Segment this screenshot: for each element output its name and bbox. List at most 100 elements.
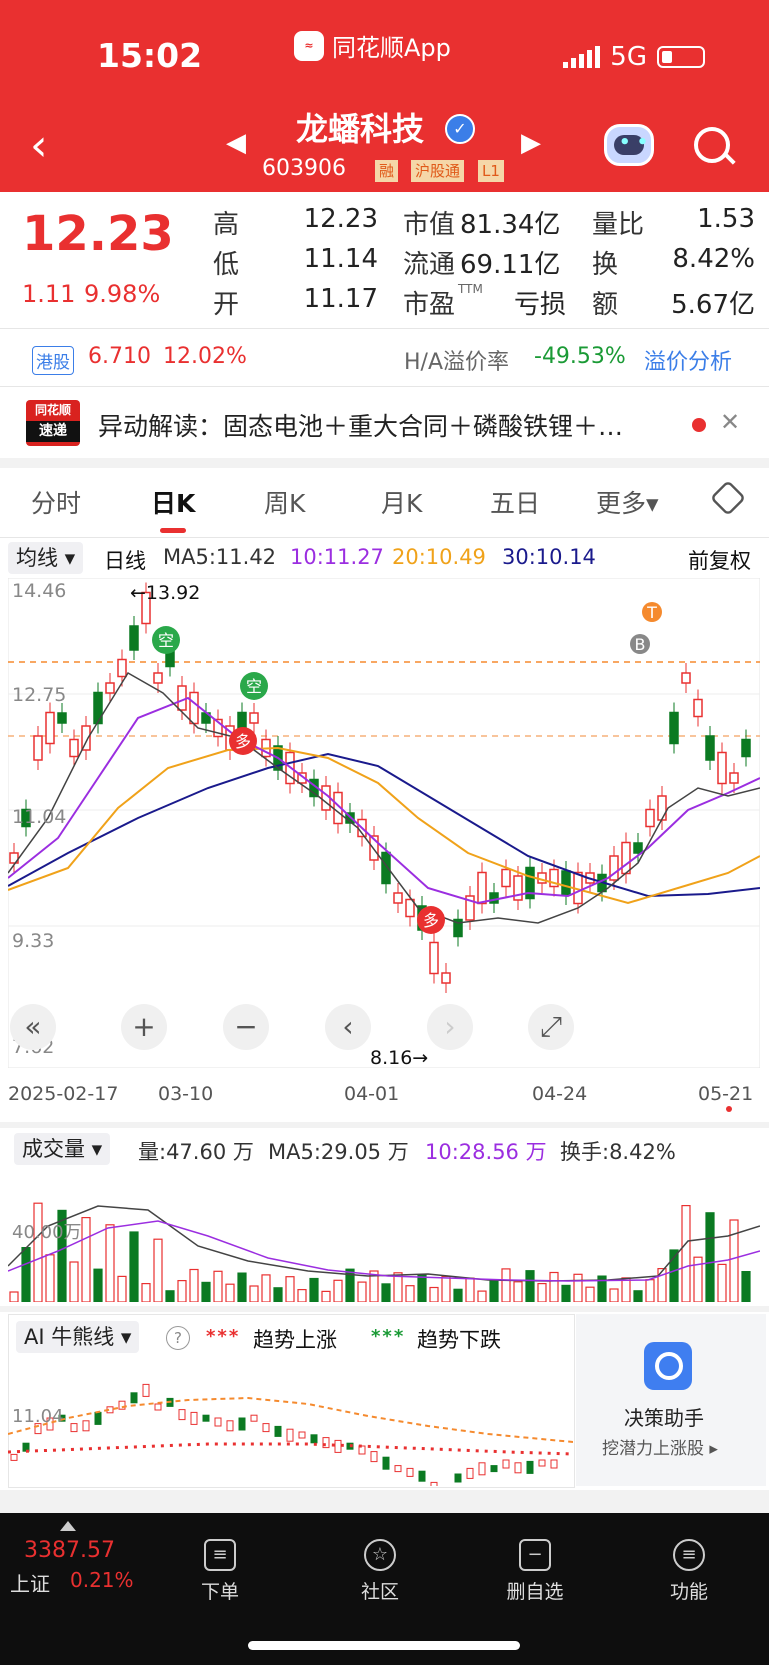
signal-label: 多 [235,732,251,751]
hk-pct: 12.02% [163,344,247,369]
volume-bar [201,1281,211,1302]
volume-bar [213,1270,223,1302]
volume-bar [465,1277,475,1302]
scroll-left-button[interactable]: ‹ [325,1004,371,1050]
up-legend-label: 趋势上涨 [253,1328,337,1352]
volume-bar [537,1282,547,1302]
mcap-label: 市值 [403,210,456,240]
volume-turnover: 换手:8.42% [560,1140,676,1164]
ai-candle [70,1423,78,1433]
ai-candle [370,1451,378,1463]
amount-label: 额 [592,290,619,320]
candle [177,685,187,711]
volume-bar [585,1286,595,1302]
ai-candle [550,1459,558,1469]
home-indicator[interactable] [248,1641,520,1650]
volume-bar [489,1279,499,1302]
pe-label: 市盈 [403,290,456,320]
signal-label: B [635,635,646,654]
zoom-out-button[interactable]: − [223,1004,269,1050]
candle [105,682,115,694]
candle [561,870,571,896]
volume-bar [741,1270,751,1302]
ai-candle [418,1470,426,1482]
nav-functions[interactable]: ≡ 功能 [659,1539,719,1604]
signal-label: 多 [423,911,439,930]
low-label: 低 [213,250,240,280]
volume-bar [105,1224,115,1302]
volume-bar [729,1219,739,1302]
volume-chart[interactable] [8,1166,760,1302]
fullscreen-button[interactable]: ⤢ [528,1004,574,1050]
tab-intraday[interactable]: 分时 [31,484,81,520]
ai-candle [250,1414,258,1422]
nav-order[interactable]: ≡ 下单 [190,1539,250,1604]
ma-selector[interactable]: 均线 ▾ [8,542,84,574]
adjust-mode[interactable]: 前复权 [688,545,751,575]
expand-index-icon[interactable] [60,1521,76,1531]
ai-chart[interactable] [8,1356,573,1486]
ai-candle [394,1465,402,1473]
help-icon[interactable]: ? [166,1326,190,1350]
volume-bar [321,1290,331,1302]
volume-bar [117,1275,127,1302]
candle [249,712,259,724]
ai-candle [478,1462,486,1476]
zoom-in-button[interactable]: + [121,1004,167,1050]
float-label: 流通 [403,250,456,280]
nav-remove-watch[interactable]: − 删自选 [500,1539,570,1604]
kline-chart[interactable]: 空空多多BT [8,578,760,1068]
volume-bar [261,1274,271,1302]
tab-monthly-k[interactable]: 月K [381,484,422,520]
ai-selector[interactable]: AI 牛熊线 ▾ [16,1321,140,1353]
prev-stock-button[interactable]: ◀ [226,128,246,158]
tab-weekly-k[interactable]: 周K [264,484,305,520]
community-icon: ☆ [364,1539,396,1571]
candle [489,892,499,904]
back-button[interactable]: ‹ [30,120,48,171]
ai-candle [286,1428,294,1442]
divider [0,537,769,538]
section-gap [0,1122,769,1128]
ma5-value: MA5:11.42 [163,545,277,569]
assistant-icon-glyph [655,1352,683,1380]
candle [633,842,643,854]
volume-bar [237,1272,247,1302]
candle [153,672,163,684]
ai-lower-line [8,1442,573,1456]
news-logo-top: 同花顺 [34,403,71,417]
settings-icon[interactable] [709,479,747,517]
scroll-start-button[interactable]: « [10,1004,56,1050]
pe-ttm: TTM [458,282,483,296]
status-right: 5G [563,42,705,72]
volume-selector[interactable]: 成交量 ▾ [14,1133,111,1165]
close-news-button[interactable]: ✕ [720,408,740,436]
volume-bar [357,1281,367,1302]
volume-y-label: 40.00万 [12,1222,82,1243]
news-headline[interactable]: 异动解读：固态电池＋重大合同＋磷酸铁锂＋… [98,407,623,443]
tab-daily-k[interactable]: 日K [151,484,195,520]
volume-bar [141,1282,151,1302]
nav-community[interactable]: ☆ 社区 [350,1539,410,1604]
scroll-right-button[interactable]: › [427,1004,473,1050]
assistant-card[interactable] [576,1314,766,1486]
tab-five-day[interactable]: 五日 [490,484,540,520]
next-stock-button[interactable]: ▶ [521,128,541,158]
premium-analysis-link[interactable]: 溢价分析 [644,344,732,376]
candle [717,751,727,785]
ai-robot-icon[interactable] [604,124,654,166]
ma-type: 日线 [104,549,146,573]
candle [429,941,439,975]
index-value[interactable]: 3387.57 [24,1538,115,1563]
tab-more[interactable]: 更多▾ [596,484,659,520]
volume-bar [93,1268,103,1302]
tab-indicator [160,528,186,533]
search-icon[interactable] [694,127,730,163]
high-mark: ←13.92 [130,582,201,604]
open-label: 开 [213,290,240,320]
index-pct: 0.21% [70,1568,134,1592]
ai-candle [142,1383,150,1397]
section-gap [0,1306,769,1312]
signal-label: T [646,603,657,622]
ai-candle [490,1465,498,1473]
